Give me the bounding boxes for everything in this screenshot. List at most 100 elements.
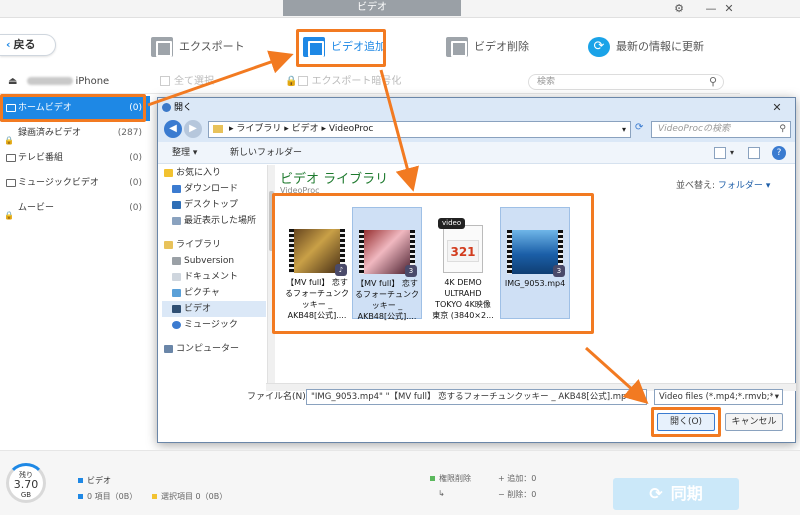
open-file-dialog: 開く ✕ ◀ ▶ ▸ ライブラリ ▸ ビデオ ▸ VideoProc ▾ ⟳ V…: [157, 97, 796, 443]
chevron-down-icon[interactable]: ▾: [766, 181, 771, 191]
sidebar-item-recorded-video[interactable]: 🔒 録画済みビデオ (287): [0, 121, 150, 146]
help-icon[interactable]: ?: [772, 146, 786, 160]
command-bar: 整理 ▾ 新しいフォルダー ▾ ?: [158, 142, 795, 164]
navigation-pane: お気に入り ダウンロード デスクトップ 最近表示した場所 ライブラリ Subve…: [162, 165, 266, 383]
arrange-by[interactable]: 並べ替え: フォルダー ▾: [676, 178, 770, 191]
dialog-search-input[interactable]: VideoProcの検索 ⚲: [651, 121, 791, 138]
footer-added: + 追加：0: [498, 474, 537, 483]
storage-unit: GB: [20, 491, 32, 499]
breadcrumb-item[interactable]: ビデオ: [292, 124, 319, 134]
computer-icon: [164, 345, 173, 353]
nav-subversion[interactable]: Subversion: [162, 253, 266, 269]
library-title: ビデオ ライブラリ: [280, 172, 389, 187]
arrange-value[interactable]: フォルダー: [718, 181, 763, 191]
view-options-icon[interactable]: [714, 147, 726, 159]
footer-selected-count: 選択項目 0（0B）: [152, 491, 227, 502]
nav-label: Subversion: [184, 256, 235, 266]
close-icon[interactable]: ✕: [722, 2, 736, 16]
pictures-icon: [172, 289, 181, 297]
chevron-down-icon[interactable]: ▾: [772, 390, 779, 404]
organize-menu[interactable]: 整理 ▾: [172, 142, 197, 164]
nav-music[interactable]: ミュージック: [162, 317, 266, 333]
address-bar[interactable]: ▸ ライブラリ ▸ ビデオ ▸ VideoProc ▾: [208, 121, 631, 138]
device-owner-blur: [27, 77, 74, 85]
delete-video-button[interactable]: ビデオ削除: [446, 36, 529, 58]
storage-gauge: 残り 3.70 GB: [6, 463, 46, 503]
select-all-label: 全て選択: [174, 76, 214, 87]
nav-video[interactable]: ビデオ: [162, 301, 266, 317]
nav-libraries[interactable]: ライブラリ: [162, 237, 266, 253]
documents-icon: [172, 273, 181, 281]
sync-button[interactable]: ⟳ 同期: [613, 478, 739, 510]
filename-input[interactable]: "IMG_9053.mp4" "【MV full】 恋するフォーチュンクッキー …: [306, 389, 647, 405]
eject-icon[interactable]: ⏏: [8, 76, 17, 87]
arrange-label: 並べ替え:: [676, 181, 716, 191]
search-icon: ⚲: [708, 75, 717, 88]
sidebar-item-count: (0): [129, 153, 142, 163]
chevron-down-icon[interactable]: ▾: [622, 122, 626, 137]
breadcrumb-item[interactable]: ライブラリ: [236, 124, 281, 134]
sidebar-item-tv-shows[interactable]: テレビ番組 (0): [0, 146, 150, 171]
gear-icon[interactable]: ⚙: [672, 2, 686, 16]
nav-download[interactable]: ダウンロード: [162, 181, 266, 197]
app-window: ビデオ ⚙ — ✕ ‹戻る エクスポート ビデオ追加 ビデオ削除 最新の情報に更…: [0, 0, 800, 515]
filename-row: ファイル名(N): "IMG_9053.mp4" "【MV full】 恋するフ…: [158, 386, 795, 408]
highlight-file-grid: [272, 193, 594, 334]
nav-label: ビデオ: [184, 304, 212, 314]
new-folder-button[interactable]: 新しいフォルダー: [230, 142, 302, 164]
nav-label: ピクチャ: [184, 288, 220, 298]
refresh-icon[interactable]: ⟳: [635, 122, 649, 137]
nav-favorites[interactable]: お気に入り: [162, 165, 266, 181]
nav-desktop[interactable]: デスクトップ: [162, 197, 266, 213]
footer-sync-arrow-icon: ↳: [438, 489, 445, 498]
nav-label: コンピューター: [176, 344, 240, 354]
sidebar-item-label: 録画済みビデオ: [18, 128, 82, 138]
chevron-down-icon[interactable]: ▾: [730, 142, 734, 164]
back-arrow-icon[interactable]: ◀: [164, 120, 182, 138]
star-icon: [164, 169, 173, 177]
forward-arrow-icon[interactable]: ▶: [184, 120, 202, 138]
encrypt-label: エクスポート暗号化: [311, 76, 402, 87]
export-button[interactable]: エクスポート: [151, 36, 245, 58]
breadcrumb-item[interactable]: VideoProc: [329, 124, 373, 134]
sidebar-item-count: (0): [129, 178, 142, 188]
sidebar-item-count: (287): [117, 128, 142, 138]
back-label: 戻る: [13, 38, 36, 51]
app-icon: [162, 103, 171, 112]
cancel-button[interactable]: キャンセル: [725, 413, 783, 431]
nav-computer[interactable]: コンピューター: [162, 341, 266, 357]
minimize-icon[interactable]: —: [704, 2, 718, 16]
sidebar-item-music-video[interactable]: ミュージックビデオ (0): [0, 171, 150, 196]
sidebar: ホームビデオ (0) 🔒 録画済みビデオ (287) テレビ番組 (0) ミュージックビ…: [0, 94, 150, 434]
folder-icon: [213, 125, 223, 133]
device-name: iPhone: [75, 76, 110, 87]
filename-label: ファイル名(N):: [247, 392, 309, 402]
nav-pictures[interactable]: ピクチャ: [162, 285, 266, 301]
search-placeholder: 検索: [537, 77, 556, 87]
refresh-icon: [588, 37, 610, 57]
nav-label: お気に入り: [176, 168, 222, 178]
device-row[interactable]: ⏏ iPhone: [0, 70, 150, 94]
preview-pane-icon[interactable]: [748, 147, 760, 159]
download-icon: [172, 185, 181, 193]
nav-recent[interactable]: 最近表示した場所: [162, 213, 266, 229]
title-bar: ビデオ ⚙ — ✕: [0, 0, 800, 18]
dialog-title-bar: 開く ✕: [158, 98, 795, 118]
dialog-close-icon[interactable]: ✕: [765, 100, 789, 115]
select-all-checkbox[interactable]: [160, 76, 170, 86]
file-type-select[interactable]: Video files (*.mp4;*.rmvb;* ▾: [654, 389, 783, 405]
music-icon: [172, 321, 181, 329]
footer-deleted: − 削除：0: [498, 490, 537, 499]
search-icon: ⚲: [779, 124, 786, 134]
sync-label: 同期: [670, 484, 703, 503]
back-button[interactable]: ‹ 戻る: [0, 34, 56, 56]
footer-perm-delete: 権限削除: [430, 473, 471, 484]
refresh-button[interactable]: 最新の情報に更新: [588, 36, 704, 58]
search-input[interactable]: 検索 ⚲: [528, 74, 724, 90]
encrypt-checkbox[interactable]: [297, 76, 308, 86]
nav-documents[interactable]: ドキュメント: [162, 269, 266, 285]
address-row: ◀ ▶ ▸ ライブラリ ▸ ビデオ ▸ VideoProc ▾ ⟳ VideoP…: [158, 118, 795, 142]
sidebar-item-count: (0): [129, 203, 142, 213]
chevron-down-icon[interactable]: ▾: [639, 390, 643, 404]
sidebar-item-movies[interactable]: 🔒 ムービー (0): [0, 196, 150, 221]
